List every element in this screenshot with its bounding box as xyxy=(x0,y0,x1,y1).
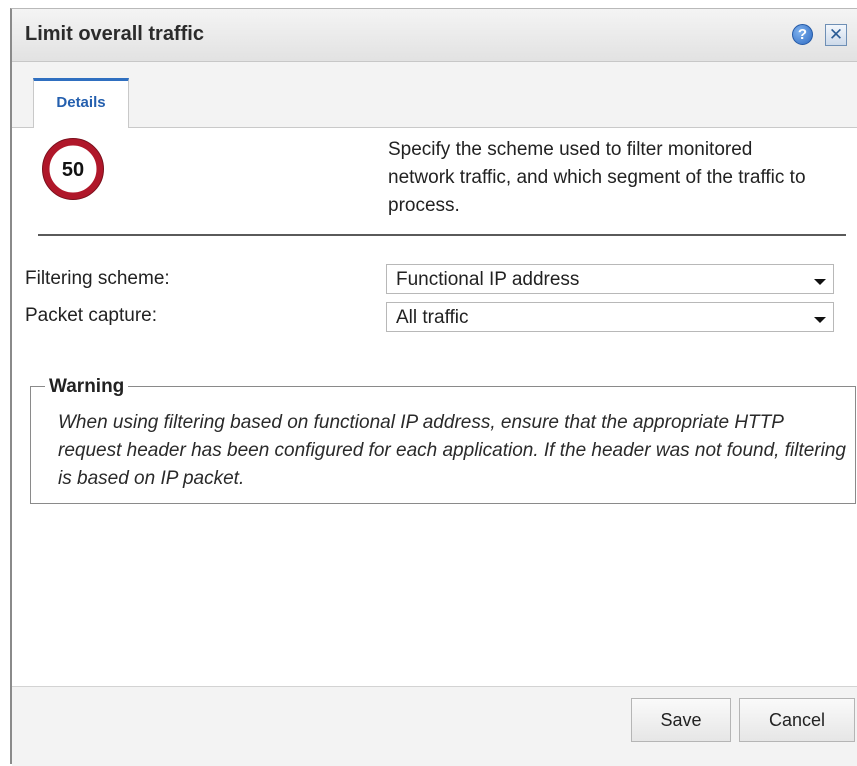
filtering-scheme-value: Functional IP address xyxy=(396,269,580,290)
speed-limit-value: 50 xyxy=(62,159,84,181)
save-button[interactable]: Save xyxy=(631,698,731,742)
chevron-down-icon xyxy=(814,279,826,285)
packet-capture-select[interactable]: All traffic xyxy=(386,302,834,332)
filtering-scheme-select[interactable]: Functional IP address xyxy=(386,264,834,294)
tab-details[interactable]: Details xyxy=(33,78,129,128)
close-icon[interactable]: ✕ xyxy=(825,24,847,46)
description-text: Specify the scheme used to filter monito… xyxy=(388,139,806,216)
warning-text: When using filtering based on functional… xyxy=(58,412,846,489)
dialog-titlebar: Limit overall traffic ? ✕ xyxy=(12,9,857,62)
packet-capture-value: All traffic xyxy=(396,307,469,328)
tab-strip: Details xyxy=(12,62,857,128)
speed-limit-icon: 50 xyxy=(42,138,104,200)
warning-box: Warning When using filtering based on fu… xyxy=(30,376,856,504)
chevron-down-icon xyxy=(814,317,826,323)
filtering-scheme-label: Filtering scheme: xyxy=(25,268,170,289)
details-panel: 50 Specify the scheme used to filter mon… xyxy=(12,128,857,686)
section-divider xyxy=(38,234,846,236)
tab-details-label: Details xyxy=(56,94,106,111)
dialog-title: Limit overall traffic xyxy=(25,23,204,45)
help-icon[interactable]: ? xyxy=(792,24,813,45)
warning-title: Warning xyxy=(45,376,129,398)
dialog-footer: Save Cancel xyxy=(12,686,857,766)
packet-capture-label: Packet capture: xyxy=(25,305,158,326)
limit-traffic-dialog: Limit overall traffic ? ✕ Details 50 Spe… xyxy=(10,8,857,766)
cancel-button[interactable]: Cancel xyxy=(739,698,855,742)
